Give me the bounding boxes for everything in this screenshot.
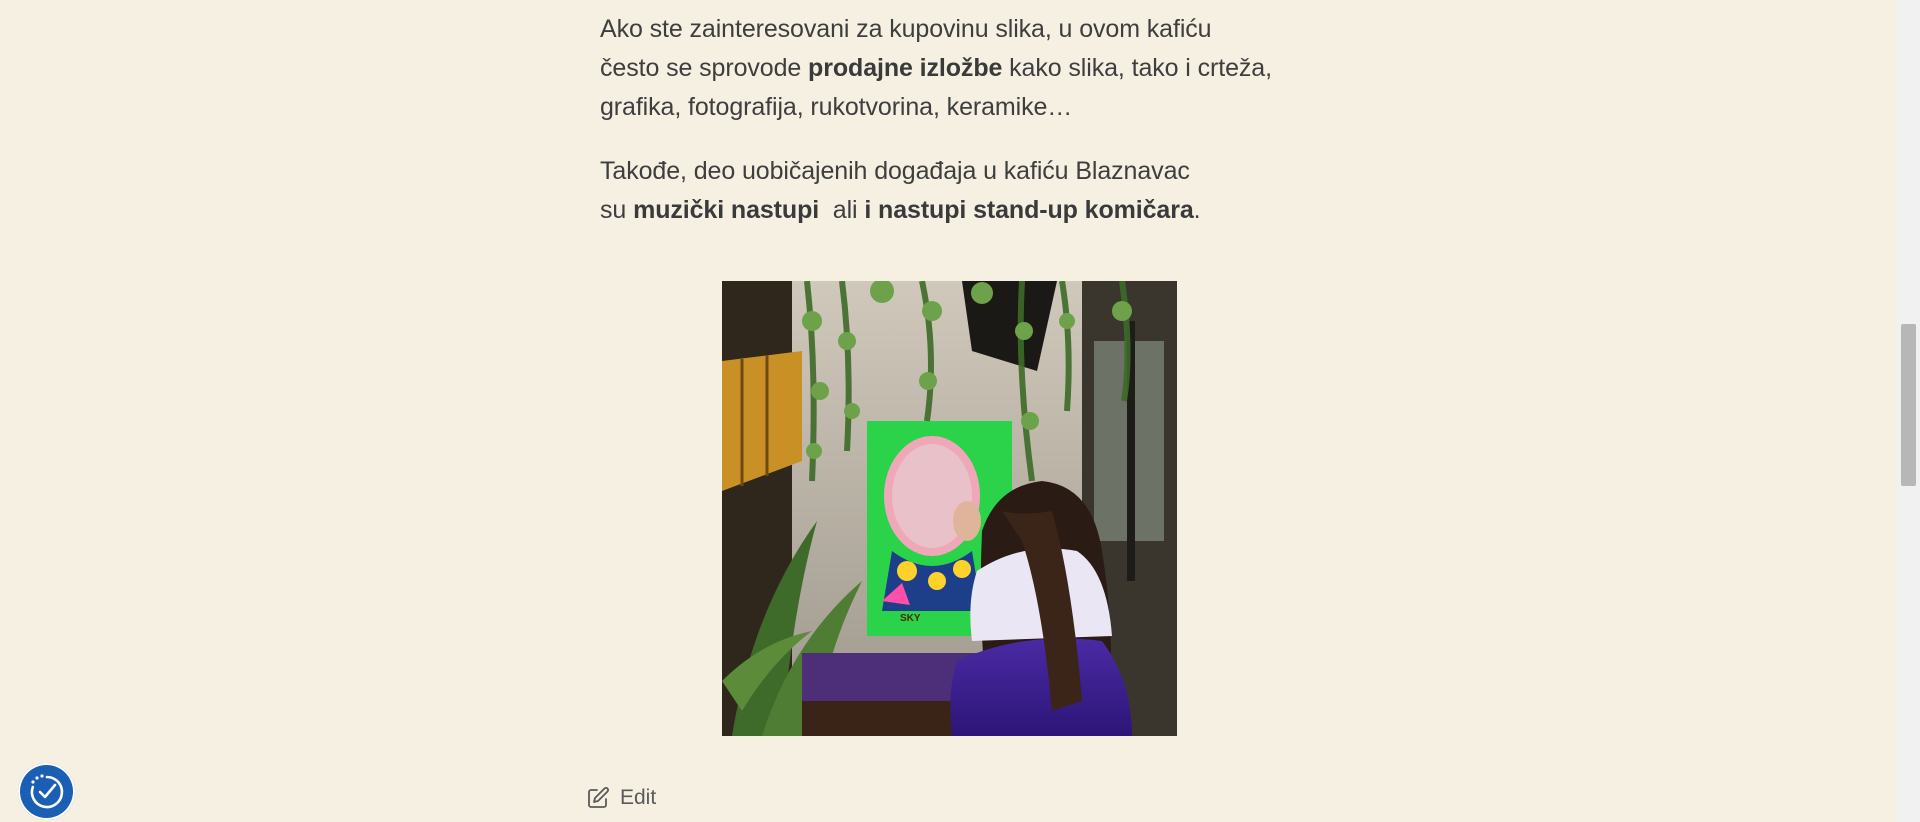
accessibility-button[interactable] [18, 763, 75, 820]
accessibility-check-icon [30, 773, 63, 808]
paragraph-sales-exhibitions: Ako ste zainteresovani za kupovinu slika… [600, 10, 1320, 127]
p1-line2-end: kako slika, tako i crteža, [1002, 54, 1272, 82]
p2-line1: Takođe, deo uobičajenih događaja u kafić… [600, 157, 1190, 185]
edit-label: Edit [620, 786, 657, 809]
p1-bold-exhibitions: prodajne izložbe [808, 54, 1003, 82]
p2-line2-mid: ali [819, 196, 865, 224]
p2-line2-end: . [1193, 196, 1201, 224]
cafe-photo: SKY [722, 281, 1177, 736]
p1-line3: grafika, fotografija, rukotvorina, keram… [600, 93, 1073, 121]
p1-line1: Ako ste zainteresovani za kupovinu slika… [600, 15, 1212, 43]
edit-link[interactable]: Edit [586, 786, 656, 810]
p2-line2-start: su [600, 196, 634, 224]
p2-bold-music: muzički nastupi [633, 196, 820, 224]
paragraph-events: Takođe, deo uobičajenih događaja u kafić… [600, 152, 1320, 230]
p1-line2-start: često se sprovode [600, 54, 809, 82]
edit-icon [588, 787, 609, 808]
vertical-scrollbar[interactable] [1897, 0, 1920, 822]
scrollbar-thumb[interactable] [1901, 324, 1916, 486]
p2-bold-standup: i nastupi stand-up komičara [864, 196, 1194, 224]
svg-text:SKY: SKY [900, 613, 921, 624]
